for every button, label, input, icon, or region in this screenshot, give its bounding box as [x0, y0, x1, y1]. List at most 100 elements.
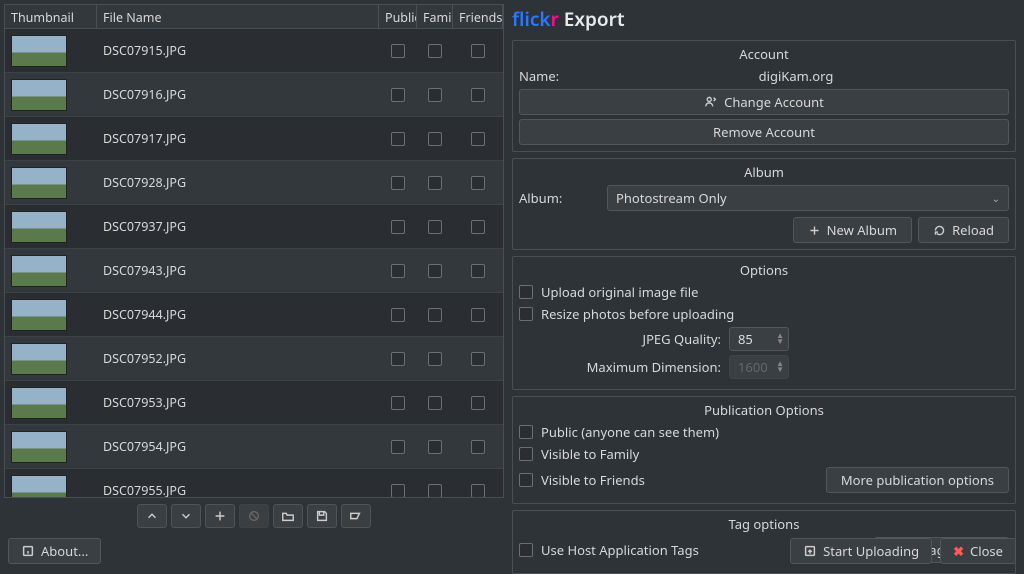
host-tags-checkbox[interactable] — [519, 543, 533, 557]
row-public-checkbox[interactable] — [391, 44, 405, 58]
col-public[interactable]: Public — [379, 5, 417, 28]
col-thumbnail[interactable]: Thumbnail — [5, 5, 97, 28]
row-family-checkbox[interactable] — [428, 264, 442, 278]
friends-checkbox[interactable] — [519, 473, 533, 487]
about-button[interactable]: About... — [8, 538, 101, 564]
row-public-checkbox[interactable] — [391, 352, 405, 366]
account-title: Account — [519, 45, 1009, 63]
file-toolbar — [4, 498, 504, 530]
table-body[interactable]: DSC07915.JPGDSC07916.JPGDSC07917.JPGDSC0… — [5, 29, 503, 498]
table-row[interactable]: DSC07955.JPG — [5, 469, 503, 498]
filename-cell: DSC07944.JPG — [97, 304, 379, 325]
row-friends-checkbox[interactable] — [471, 132, 485, 146]
thumbnail — [11, 167, 67, 199]
row-friends-checkbox[interactable] — [471, 396, 485, 410]
table-row[interactable]: DSC07954.JPG — [5, 425, 503, 469]
family-checkbox[interactable] — [519, 447, 533, 461]
row-family-checkbox[interactable] — [428, 440, 442, 454]
table-row[interactable]: DSC07953.JPG — [5, 381, 503, 425]
col-family[interactable]: Famil — [417, 5, 453, 28]
close-button[interactable]: ✖ Close — [940, 538, 1016, 564]
user-swap-icon — [704, 95, 718, 109]
friends-label: Visible to Friends — [541, 471, 645, 489]
options-title: Options — [519, 261, 1009, 279]
album-select[interactable]: Photostream Only ⌄ — [607, 185, 1009, 211]
info-icon — [21, 544, 35, 558]
row-friends-checkbox[interactable] — [471, 352, 485, 366]
table-row[interactable]: DSC07928.JPG — [5, 161, 503, 205]
change-account-button[interactable]: Change Account — [519, 89, 1009, 115]
row-public-checkbox[interactable] — [391, 484, 405, 498]
row-friends-checkbox[interactable] — [471, 176, 485, 190]
table-row[interactable]: DSC07943.JPG — [5, 249, 503, 293]
host-tags-label: Use Host Application Tags — [541, 541, 699, 559]
max-dimension-spin: 1600 ▲▼ — [729, 355, 789, 379]
remove-account-button[interactable]: Remove Account — [519, 119, 1009, 145]
row-friends-checkbox[interactable] — [471, 440, 485, 454]
move-up-button[interactable] — [137, 504, 167, 528]
reload-album-button[interactable]: Reload — [918, 217, 1009, 243]
clear-button[interactable] — [341, 504, 371, 528]
row-family-checkbox[interactable] — [428, 132, 442, 146]
jpeg-quality-spin[interactable]: 85 ▲▼ — [729, 327, 789, 351]
table-row[interactable]: DSC07937.JPG — [5, 205, 503, 249]
row-public-checkbox[interactable] — [391, 88, 405, 102]
filename-cell: DSC07937.JPG — [97, 216, 379, 237]
row-family-checkbox[interactable] — [428, 352, 442, 366]
row-public-checkbox[interactable] — [391, 308, 405, 322]
col-friends[interactable]: Friends — [453, 5, 503, 28]
row-family-checkbox[interactable] — [428, 484, 442, 498]
album-group: Album Album: Photostream Only ⌄ New Albu… — [512, 158, 1016, 250]
move-down-button[interactable] — [171, 504, 201, 528]
row-friends-checkbox[interactable] — [471, 484, 485, 498]
chevron-down-icon: ⌄ — [992, 191, 1000, 205]
open-folder-button[interactable] — [273, 504, 303, 528]
row-public-checkbox[interactable] — [391, 176, 405, 190]
add-button[interactable] — [205, 504, 235, 528]
row-family-checkbox[interactable] — [428, 308, 442, 322]
table-row[interactable]: DSC07944.JPG — [5, 293, 503, 337]
row-public-checkbox[interactable] — [391, 220, 405, 234]
row-friends-checkbox[interactable] — [471, 220, 485, 234]
filename-cell: DSC07915.JPG — [97, 40, 379, 61]
save-list-button[interactable] — [307, 504, 337, 528]
public-checkbox[interactable] — [519, 425, 533, 439]
upload-original-checkbox[interactable] — [519, 285, 533, 299]
table-row[interactable]: DSC07916.JPG — [5, 73, 503, 117]
row-friends-checkbox[interactable] — [471, 88, 485, 102]
row-family-checkbox[interactable] — [428, 88, 442, 102]
table-row[interactable]: DSC07952.JPG — [5, 337, 503, 381]
jpeg-quality-label: JPEG Quality: — [643, 330, 721, 348]
table-row[interactable]: DSC07915.JPG — [5, 29, 503, 73]
resize-label: Resize photos before uploading — [541, 305, 734, 323]
filename-cell: DSC07955.JPG — [97, 480, 379, 498]
publication-title: Publication Options — [519, 401, 1009, 419]
start-upload-button[interactable]: Start Uploading — [790, 538, 932, 564]
col-filename[interactable]: File Name — [97, 5, 379, 28]
account-group: Account Name: digiKam.org Change Account… — [512, 40, 1016, 152]
row-public-checkbox[interactable] — [391, 396, 405, 410]
table-header: Thumbnail File Name Public Famil Friends — [5, 5, 503, 29]
resize-checkbox[interactable] — [519, 307, 533, 321]
filename-cell: DSC07943.JPG — [97, 260, 379, 281]
thumbnail — [11, 387, 67, 419]
more-publication-button[interactable]: More publication options — [826, 467, 1009, 493]
row-public-checkbox[interactable] — [391, 440, 405, 454]
row-family-checkbox[interactable] — [428, 220, 442, 234]
row-friends-checkbox[interactable] — [471, 44, 485, 58]
remove-button — [239, 504, 269, 528]
row-family-checkbox[interactable] — [428, 396, 442, 410]
upload-original-label: Upload original image file — [541, 283, 698, 301]
row-family-checkbox[interactable] — [428, 176, 442, 190]
row-friends-checkbox[interactable] — [471, 264, 485, 278]
row-public-checkbox[interactable] — [391, 264, 405, 278]
table-row[interactable]: DSC07917.JPG — [5, 117, 503, 161]
row-friends-checkbox[interactable] — [471, 308, 485, 322]
row-family-checkbox[interactable] — [428, 44, 442, 58]
public-label: Public (anyone can see them) — [541, 423, 719, 441]
new-album-button[interactable]: New Album — [793, 217, 912, 243]
reload-icon — [933, 224, 946, 237]
tag-title: Tag options — [519, 515, 1009, 533]
row-public-checkbox[interactable] — [391, 132, 405, 146]
filename-cell: DSC07952.JPG — [97, 348, 379, 369]
